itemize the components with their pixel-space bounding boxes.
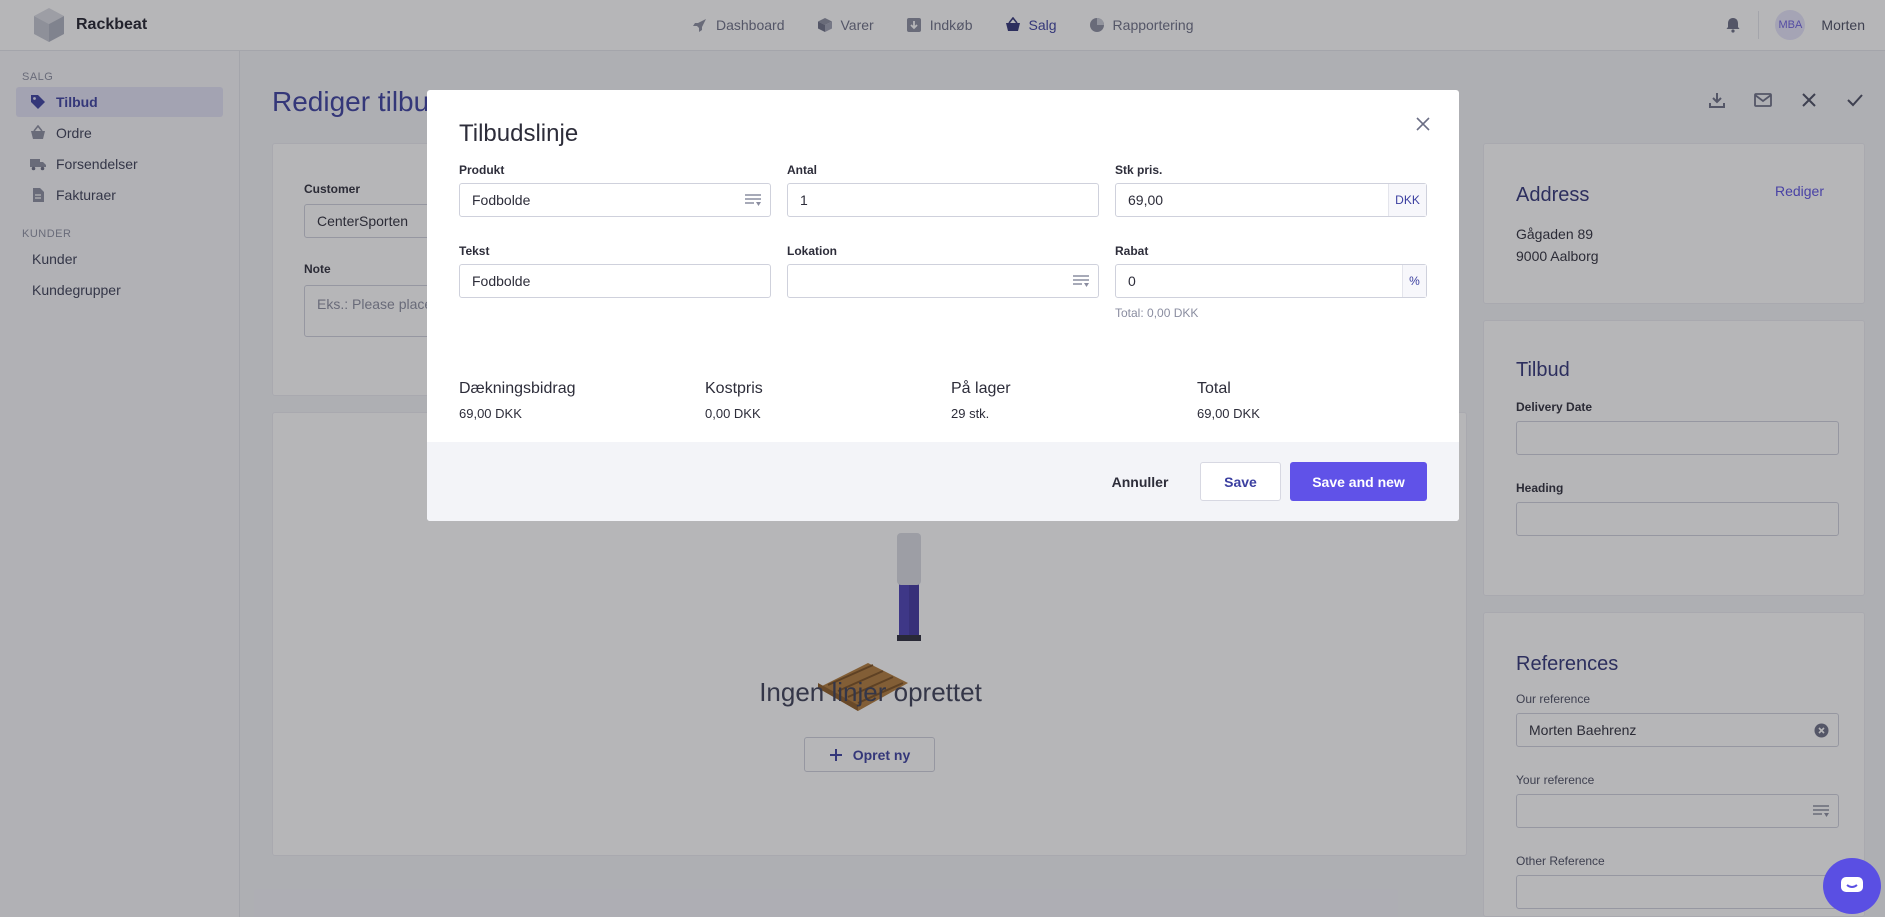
rabat-value: 0 (1128, 273, 1136, 289)
antal-value: 1 (800, 192, 808, 208)
currency-suffix: DKK (1388, 184, 1426, 216)
stat-value: 69,00 DKK (459, 406, 522, 421)
produkt-label: Produkt (459, 163, 505, 177)
rabat-field: Rabat 0 % (1115, 244, 1427, 298)
antal-label: Antal (787, 163, 817, 177)
dialog-footer: Annuller Save Save and new (427, 442, 1459, 521)
line-dialog: Tilbudslinje Produkt Fodbolde Antal 1 St… (427, 90, 1459, 521)
list-dropdown-icon (1073, 275, 1089, 287)
stat-label: Total (1197, 380, 1231, 397)
dialog-title: Tilbudslinje (459, 120, 579, 147)
lokation-field: Lokation (787, 244, 1099, 298)
produkt-input[interactable]: Fodbolde (459, 183, 771, 217)
chat-icon (1841, 877, 1863, 892)
antal-input[interactable]: 1 (787, 183, 1099, 217)
stk-pris-field: Stk pris. 69,00 DKK (1115, 163, 1427, 217)
stat-value: 69,00 DKK (1197, 406, 1260, 421)
stk-pris-input[interactable]: 69,00 DKK (1115, 183, 1427, 217)
percent-suffix: % (1402, 265, 1426, 297)
close-icon[interactable] (1413, 114, 1433, 134)
stat-daekningsbidrag: Dækningsbidrag 69,00 DKK (459, 380, 576, 421)
save-and-new-button[interactable]: Save and new (1290, 462, 1427, 501)
stat-label: Dækningsbidrag (459, 380, 576, 397)
discount-total-hint: Total: 0,00 DKK (1115, 306, 1199, 320)
rabat-input[interactable]: 0 % (1115, 264, 1427, 298)
produkt-value: Fodbolde (472, 192, 531, 208)
cancel-button[interactable]: Annuller (1090, 462, 1190, 501)
stat-paa-lager: På lager 29 stk. (951, 380, 1011, 421)
chat-launcher[interactable] (1823, 858, 1881, 914)
tekst-value: Fodbolde (472, 273, 531, 289)
tekst-input[interactable]: Fodbolde (459, 264, 771, 298)
tekst-field: Tekst Fodbolde (459, 244, 771, 298)
stat-kostpris: Kostpris 0,00 DKK (705, 380, 763, 421)
lokation-label: Lokation (787, 244, 837, 258)
antal-field: Antal 1 (787, 163, 1099, 217)
lokation-input[interactable] (787, 264, 1099, 298)
save-button[interactable]: Save (1200, 462, 1281, 501)
list-dropdown-icon (745, 194, 761, 206)
stat-value: 29 stk. (951, 406, 990, 421)
stk-pris-label: Stk pris. (1115, 163, 1163, 177)
stat-value: 0,00 DKK (705, 406, 761, 421)
stk-pris-value: 69,00 (1128, 192, 1164, 208)
stat-label: På lager (951, 380, 1011, 397)
stat-label: Kostpris (705, 380, 763, 397)
stat-total: Total 69,00 DKK (1197, 380, 1260, 421)
tekst-label: Tekst (459, 244, 490, 258)
produkt-field: Produkt Fodbolde (459, 163, 771, 217)
rabat-label: Rabat (1115, 244, 1149, 258)
